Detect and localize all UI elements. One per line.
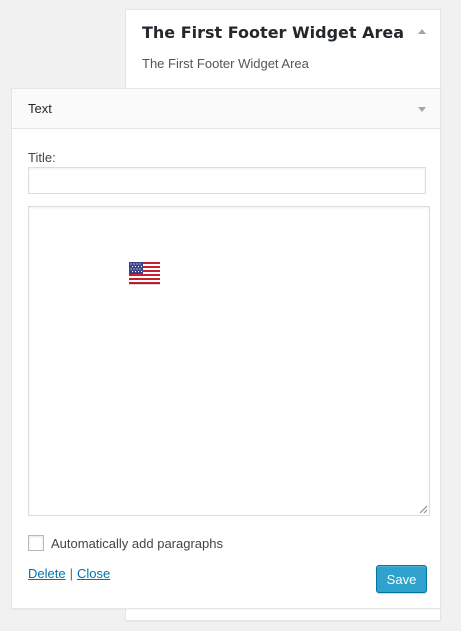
text-content-area[interactable] — [28, 206, 430, 516]
us-flag-image — [129, 262, 160, 285]
title-input[interactable] — [28, 167, 426, 194]
delete-link[interactable]: Delete — [28, 566, 66, 581]
widget-area-description: The First Footer Widget Area — [142, 56, 309, 71]
arrow-up-icon[interactable] — [412, 22, 432, 42]
widget-area-title[interactable]: The First Footer Widget Area — [142, 23, 404, 42]
widget-title: Text — [28, 101, 52, 116]
arrow-down-icon[interactable] — [414, 101, 430, 117]
text-widget: Text Title: Automatically add paragraphs… — [11, 88, 441, 609]
resize-handle-icon[interactable] — [418, 504, 428, 514]
close-link[interactable]: Close — [77, 566, 110, 581]
autop-label[interactable]: Automatically add paragraphs — [51, 536, 223, 551]
widget-header[interactable]: Text — [12, 89, 440, 129]
controls-separator: | — [69, 566, 73, 581]
save-button[interactable]: Save — [376, 565, 427, 593]
widget-controls: Delete | Close — [28, 566, 110, 581]
title-label: Title: — [28, 150, 56, 165]
autop-checkbox[interactable] — [28, 535, 44, 551]
